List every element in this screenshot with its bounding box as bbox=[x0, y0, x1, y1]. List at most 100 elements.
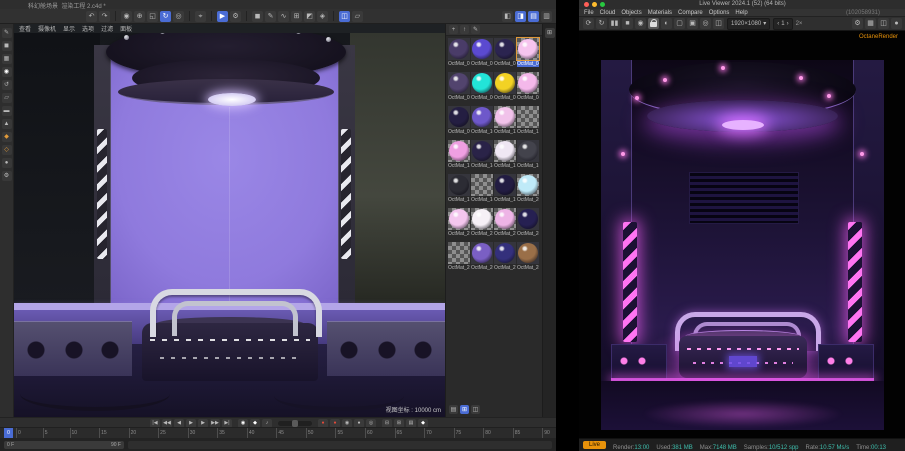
material-item[interactable]: OctMat_10 bbox=[471, 106, 493, 139]
material-item[interactable]: OctMat_06 bbox=[471, 72, 493, 105]
grid-view-icon[interactable]: ⊞ bbox=[460, 405, 469, 414]
focus-picker-icon[interactable]: ◉ bbox=[635, 18, 646, 29]
snap-toggle-icon[interactable]: ◇ bbox=[2, 145, 12, 155]
material-item[interactable]: OctMat_23 bbox=[494, 208, 516, 241]
snap-icon[interactable]: ◫ bbox=[339, 11, 350, 22]
material-item[interactable]: OctMat_20 bbox=[517, 174, 539, 207]
restart-render-icon[interactable]: ⟳ bbox=[583, 18, 594, 29]
undo-icon[interactable]: ↶ bbox=[86, 11, 97, 22]
polygons-mode-icon[interactable]: ▲ bbox=[2, 119, 12, 129]
material-item[interactable]: OctMat_17 bbox=[448, 174, 470, 207]
material-item[interactable]: OctMat_24 bbox=[517, 208, 539, 241]
material-item[interactable]: OctMat_15 bbox=[494, 140, 516, 173]
primitive-cube-icon[interactable]: ◼ bbox=[252, 11, 263, 22]
layout-grid-icon[interactable]: ▤ bbox=[528, 11, 539, 22]
material-item[interactable]: OctMat_07 bbox=[494, 72, 516, 105]
volume-icon[interactable]: ◩ bbox=[304, 11, 315, 22]
render-settings-icon[interactable]: ⚙ bbox=[230, 11, 241, 22]
material-item[interactable]: OctMat_19 bbox=[494, 174, 516, 207]
reset-camera-icon[interactable]: ↻ bbox=[596, 18, 607, 29]
pen-spline-icon[interactable]: ✎ bbox=[265, 11, 276, 22]
film-region-icon[interactable]: ▣ bbox=[687, 18, 698, 29]
viewport[interactable]: 查看摄像机显示选项过滤面板 bbox=[14, 24, 445, 417]
scale-tool-icon[interactable]: ◱ bbox=[147, 11, 158, 22]
material-item[interactable]: OctMat_13 bbox=[448, 140, 470, 173]
up-level-icon[interactable]: ↑ bbox=[460, 25, 469, 34]
render-view[interactable]: OctaneRender bbox=[579, 31, 905, 438]
material-item[interactable]: OctMat_01 bbox=[448, 38, 470, 71]
material-item[interactable]: OctMat_04 bbox=[517, 38, 539, 71]
octane-menu-item[interactable]: File bbox=[584, 10, 594, 16]
material-item[interactable]: OctMat_27 bbox=[494, 242, 516, 275]
save-image-icon[interactable]: ◫ bbox=[878, 18, 889, 29]
material-item[interactable]: OctMat_18 bbox=[471, 174, 493, 207]
stepper-minus[interactable]: ‹ bbox=[777, 21, 779, 27]
workplane-icon[interactable]: ▱ bbox=[352, 11, 363, 22]
octane-menu-item[interactable]: Help bbox=[735, 10, 747, 16]
current-frame-marker[interactable]: 0 bbox=[4, 428, 13, 438]
stop-render-icon[interactable]: ■ bbox=[622, 18, 633, 29]
rotate-tool-icon[interactable]: ↻ bbox=[160, 11, 171, 22]
material-item[interactable]: OctMat_03 bbox=[494, 38, 516, 71]
mograph-icon[interactable]: ⊞ bbox=[291, 11, 302, 22]
model-mode-icon[interactable]: ◼ bbox=[2, 41, 12, 51]
render-view-icon[interactable]: ▶ bbox=[217, 11, 228, 22]
dock-panel-icon[interactable]: ⊞ bbox=[545, 28, 555, 38]
render-settings-icon[interactable]: ⚙ bbox=[852, 18, 863, 29]
octane-menu-item[interactable]: Objects bbox=[621, 10, 641, 16]
timeline-ruler[interactable]: 0 051015202530354045505560657075808590 bbox=[0, 427, 556, 438]
region-render-icon[interactable]: ▢ bbox=[674, 18, 685, 29]
lock-resolution-icon[interactable] bbox=[648, 18, 659, 29]
timeline-scrollbar[interactable] bbox=[128, 441, 552, 449]
material-item[interactable]: OctMat_22 bbox=[471, 208, 493, 241]
material-item[interactable]: OctMat_25 bbox=[448, 242, 470, 275]
reset-psr-icon[interactable]: ↺ bbox=[2, 80, 12, 90]
subsample-stepper[interactable]: ‹ 1 › bbox=[773, 18, 792, 30]
layout-split-icon[interactable]: ◨ bbox=[515, 11, 526, 22]
locked-workplane-icon[interactable]: ● bbox=[2, 158, 12, 168]
material-item[interactable]: OctMat_05 bbox=[448, 72, 470, 105]
viewport-canvas[interactable]: 视图坐标 : 10000 cm bbox=[14, 33, 445, 417]
viewport-menu-item[interactable]: 过滤 bbox=[101, 24, 113, 33]
resolution-select[interactable]: 1920×1080 ▾ bbox=[727, 18, 770, 30]
material-item[interactable]: OctMat_11 bbox=[494, 106, 516, 139]
enable-axis-icon[interactable]: ◆ bbox=[2, 132, 12, 142]
material-item[interactable]: OctMat_14 bbox=[471, 140, 493, 173]
range-slider[interactable]: 0 F 90 F bbox=[4, 441, 124, 449]
material-item[interactable]: OctMat_28 bbox=[517, 242, 539, 275]
material-item[interactable]: OctMat_02 bbox=[471, 38, 493, 71]
material-item[interactable]: OctMat_21 bbox=[448, 208, 470, 241]
material-item[interactable]: OctMat_12 bbox=[517, 106, 539, 139]
material-item[interactable]: OctMat_08 bbox=[517, 72, 539, 105]
material-filter-icon[interactable]: ◫ bbox=[471, 405, 480, 414]
live-select-icon[interactable]: ◉ bbox=[121, 11, 132, 22]
edges-mode-icon[interactable]: ▬ bbox=[2, 106, 12, 116]
add-material-icon[interactable]: + bbox=[449, 25, 458, 34]
render-passes-icon[interactable]: ▦ bbox=[865, 18, 876, 29]
layout-full-icon[interactable]: ▥ bbox=[541, 11, 552, 22]
coord-system-icon[interactable]: ⌖ bbox=[195, 11, 206, 22]
slider-knob[interactable] bbox=[292, 420, 298, 427]
viewport-settings-icon[interactable]: ⚙ bbox=[2, 171, 12, 181]
viewport-menu-item[interactable]: 摄像机 bbox=[38, 24, 56, 33]
white-balance-picker-icon[interactable]: ◎ bbox=[700, 18, 711, 29]
paint-material-icon[interactable]: ✎ bbox=[471, 25, 480, 34]
texture-mode-icon[interactable]: ▦ bbox=[2, 54, 12, 64]
viewport-menu-item[interactable]: 面板 bbox=[120, 24, 132, 33]
workplane-mode-icon[interactable]: ◉ bbox=[2, 67, 12, 77]
simulate-icon[interactable]: ◈ bbox=[317, 11, 328, 22]
octane-menu-item[interactable]: Options bbox=[709, 10, 730, 16]
octane-menu-item[interactable]: Materials bbox=[648, 10, 672, 16]
stepper-plus[interactable]: › bbox=[787, 21, 789, 27]
move-tool-icon[interactable]: ⊕ bbox=[134, 11, 145, 22]
material-picker-icon[interactable]: ◐ bbox=[661, 18, 672, 29]
pause-render-icon[interactable]: ▮▮ bbox=[609, 18, 620, 29]
last-tool-icon[interactable]: ◎ bbox=[173, 11, 184, 22]
material-item[interactable]: OctMat_26 bbox=[471, 242, 493, 275]
viewport-menu-item[interactable]: 显示 bbox=[63, 24, 75, 33]
list-view-icon[interactable]: ▤ bbox=[449, 405, 458, 414]
viewport-menu-item[interactable]: 选项 bbox=[82, 24, 94, 33]
material-item[interactable]: OctMat_09 bbox=[448, 106, 470, 139]
layout-panel-icon[interactable]: ◧ bbox=[502, 11, 513, 22]
octane-menu-item[interactable]: Cloud bbox=[600, 10, 616, 16]
